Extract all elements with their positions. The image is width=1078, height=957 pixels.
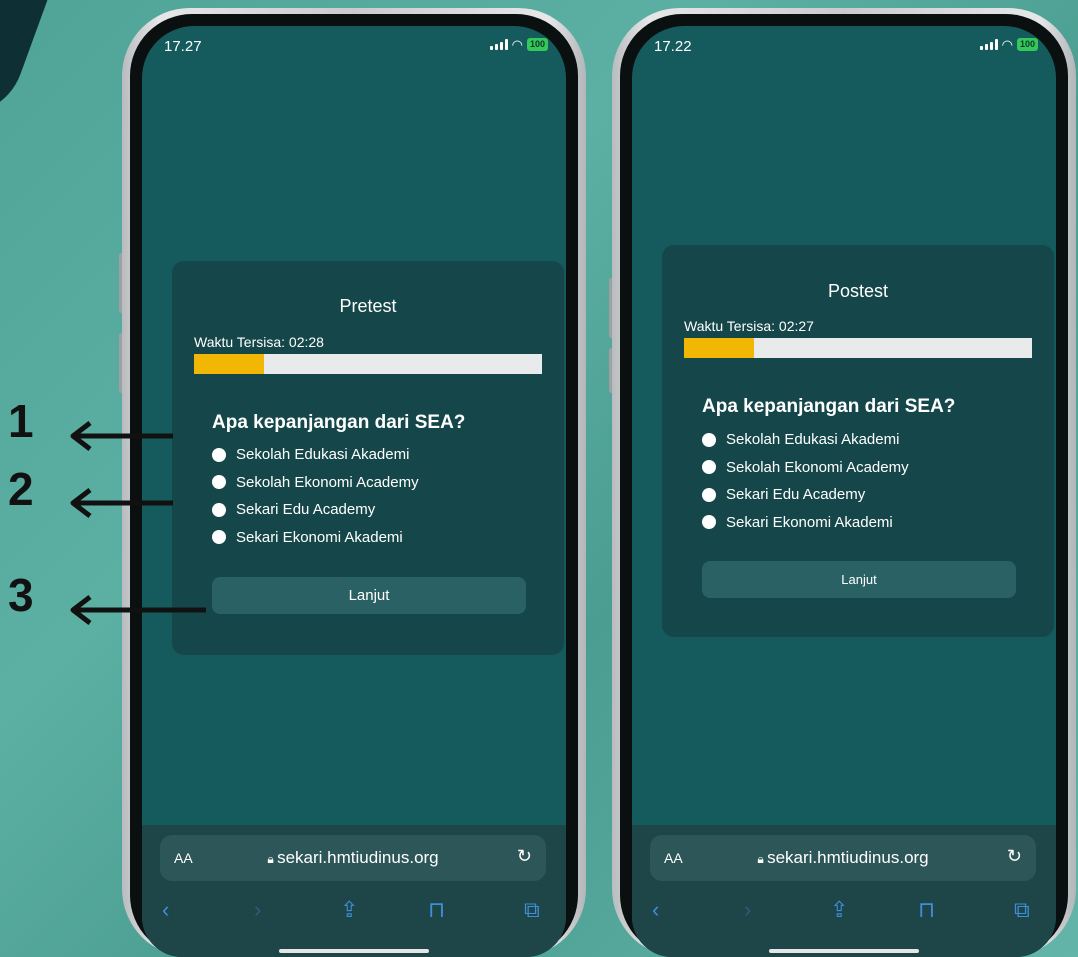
radio-button[interactable]: [702, 432, 716, 447]
option-label: Sekolah Ekonomi Academy: [726, 458, 909, 476]
answer-option[interactable]: Sekolah Ekonomi Academy: [702, 454, 909, 482]
battery-icon: 100: [1016, 38, 1038, 51]
lock-icon: 🔒︎: [757, 852, 768, 866]
option-label: Sekari Edu Academy: [236, 501, 376, 519]
status-bar: 17.22 ◠ 100: [632, 38, 1056, 58]
radio-button[interactable]: [212, 530, 226, 545]
answer-option[interactable]: Sekari Ekonomi Akademi: [702, 509, 909, 537]
answer-option[interactable]: Sekolah Ekonomi Academy: [212, 469, 419, 497]
browser-toolbar: AA 🔒︎ sekari.hmtiudinus.org ↻ ‹ › ⇪ ⊓ ⧉: [632, 825, 1056, 957]
back-icon[interactable]: ‹: [652, 897, 659, 923]
option-label: Sekolah Edukasi Akademi: [726, 431, 900, 449]
nav-toolbar: ‹ › ⇪ ⊓ ⧉: [142, 897, 566, 927]
timer-label: Waktu Tersisa: 02:28: [194, 334, 324, 350]
forward-icon[interactable]: ›: [744, 897, 751, 923]
signal-icon: [979, 39, 998, 50]
pretest-card: Pretest Waktu Tersisa: 02:28 Apa kepanja…: [172, 261, 564, 655]
progress-fill: [194, 354, 264, 374]
radio-button[interactable]: [702, 460, 716, 475]
url-text: sekari.hmtiudinus.org: [767, 848, 929, 867]
share-icon[interactable]: ⇪: [340, 897, 358, 923]
option-label: Sekari Edu Academy: [726, 486, 866, 504]
next-button[interactable]: Lanjut: [212, 577, 526, 614]
forward-icon[interactable]: ›: [254, 897, 261, 923]
radio-button[interactable]: [212, 502, 226, 517]
battery-icon: 100: [526, 38, 548, 51]
background-decoration: [0, 0, 55, 131]
radio-button[interactable]: [702, 515, 716, 530]
signal-icon: [489, 39, 508, 50]
lock-icon: 🔒︎: [267, 852, 278, 866]
annotation-number: 2: [8, 463, 34, 515]
address-bar[interactable]: AA 🔒︎ sekari.hmtiudinus.org ↻: [160, 835, 546, 881]
answer-option[interactable]: Sekari Edu Academy: [702, 481, 909, 509]
wifi-icon: ◠: [1001, 37, 1013, 52]
nav-toolbar: ‹ › ⇪ ⊓ ⧉: [632, 897, 1056, 927]
option-label: Sekari Ekonomi Akademi: [236, 528, 403, 546]
share-icon[interactable]: ⇪: [830, 897, 848, 923]
radio-button[interactable]: [212, 475, 226, 490]
question-text: Apa kepanjangan dari SEA?: [702, 396, 956, 417]
answer-options: Sekolah Edukasi Akademi Sekolah Ekonomi …: [212, 441, 419, 551]
next-button[interactable]: Lanjut: [702, 561, 1016, 598]
annotation-number: 1: [8, 395, 34, 447]
progress-bar: [684, 338, 1032, 358]
bookmarks-icon[interactable]: ⊓: [428, 897, 445, 923]
annotation-number: 3: [8, 569, 34, 621]
bookmarks-icon[interactable]: ⊓: [918, 897, 935, 923]
option-label: Sekolah Ekonomi Academy: [236, 473, 419, 491]
wifi-icon: ◠: [511, 37, 523, 52]
status-bar: 17.27 ◠ 100: [142, 38, 566, 58]
url-text: sekari.hmtiudinus.org: [277, 848, 439, 867]
radio-button[interactable]: [702, 487, 716, 502]
radio-button[interactable]: [212, 447, 226, 462]
answer-option[interactable]: Sekari Ekonomi Akademi: [212, 524, 419, 552]
reload-icon[interactable]: ↻: [517, 846, 532, 867]
browser-toolbar: AA 🔒︎ sekari.hmtiudinus.org ↻ ‹ › ⇪ ⊓ ⧉: [142, 825, 566, 957]
reload-icon[interactable]: ↻: [1007, 846, 1022, 867]
option-label: Sekolah Edukasi Akademi: [236, 446, 410, 464]
postest-card: Postest Waktu Tersisa: 02:27 Apa kepanja…: [662, 245, 1054, 637]
back-icon[interactable]: ‹: [162, 897, 169, 923]
card-title: Pretest: [339, 296, 397, 316]
question-text: Apa kepanjangan dari SEA?: [212, 412, 466, 433]
progress-bar: [194, 354, 542, 374]
answer-option[interactable]: Sekari Edu Academy: [212, 496, 419, 524]
status-time: 17.27: [164, 38, 202, 55]
phone-right: 17.22 ◠ 100 Postest Waktu Tersisa: 02:27…: [609, 8, 1076, 957]
phone-left: 17.27 ◠ 100 Pretest Waktu Tersisa: 02:28…: [119, 8, 586, 957]
card-title: Postest: [827, 281, 889, 301]
status-time: 17.22: [654, 38, 692, 55]
address-bar[interactable]: AA 🔒︎ sekari.hmtiudinus.org ↻: [650, 835, 1036, 881]
answer-option[interactable]: Sekolah Edukasi Akademi: [702, 426, 909, 454]
tabs-icon[interactable]: ⧉: [524, 897, 540, 923]
progress-fill: [684, 338, 754, 358]
timer-label: Waktu Tersisa: 02:27: [684, 318, 814, 334]
answer-options: Sekolah Edukasi Akademi Sekolah Ekonomi …: [702, 426, 909, 536]
phone-screen: 17.27 ◠ 100 Pretest Waktu Tersisa: 02:28…: [142, 26, 566, 957]
answer-option[interactable]: Sekolah Edukasi Akademi: [212, 441, 419, 469]
option-label: Sekari Ekonomi Akademi: [726, 513, 893, 531]
tabs-icon[interactable]: ⧉: [1014, 897, 1030, 923]
home-indicator: [279, 949, 429, 953]
phone-screen: 17.22 ◠ 100 Postest Waktu Tersisa: 02:27…: [632, 26, 1056, 957]
home-indicator: [769, 949, 919, 953]
